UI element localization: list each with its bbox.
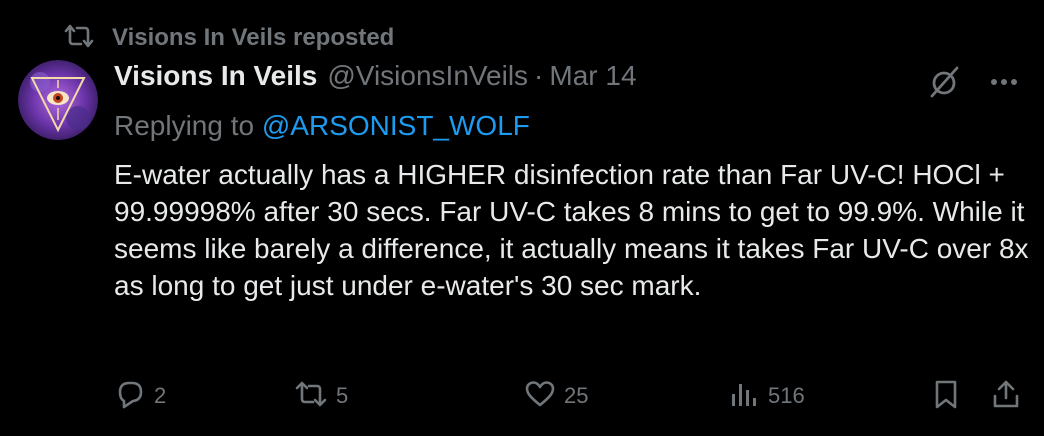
share-icon: [990, 378, 1022, 415]
tweet-content: Visions In Veils @VisionsInVeils · Mar 1…: [114, 60, 1030, 304]
bookmark-icon: [930, 378, 962, 415]
share-button[interactable]: [990, 374, 1022, 418]
repost-indicator[interactable]: Visions In Veils reposted: [62, 22, 394, 54]
views-count: 516: [768, 383, 805, 408]
views-icon: [728, 378, 760, 415]
grok-icon[interactable]: [924, 62, 964, 102]
header-actions: [924, 62, 1024, 102]
replying-to: Replying to @ARSONIST_WOLF: [114, 110, 1030, 146]
heart-icon: [524, 378, 556, 415]
avatar[interactable]: [18, 60, 98, 140]
bookmark-button[interactable]: [930, 374, 962, 418]
repost-label: Visions In Veils reposted: [112, 24, 395, 51]
reply-handle-link[interactable]: @ARSONIST_WOLF: [262, 110, 530, 141]
repost-count: 5: [336, 383, 349, 408]
like-button[interactable]: 25: [524, 374, 588, 418]
separator-dot: ·: [534, 60, 544, 91]
tweet-date[interactable]: Mar 14: [549, 60, 636, 92]
author-display-name[interactable]: Visions In Veils: [114, 60, 317, 92]
reply-icon: [114, 378, 146, 415]
tweet-text: E-water actually has a HIGHER disinfecti…: [114, 159, 1029, 301]
like-count: 25: [564, 383, 589, 408]
repost-action-icon: [294, 378, 328, 415]
tweet-header: Visions In Veils @VisionsInVeils · Mar 1…: [114, 60, 1030, 100]
reply-button[interactable]: 2: [114, 374, 166, 418]
repost-icon: [62, 23, 96, 54]
author-handle[interactable]: @VisionsInVeils: [327, 60, 528, 92]
reply-count: 2: [154, 383, 167, 408]
views-button[interactable]: 516: [728, 374, 805, 418]
more-options-icon[interactable]: [984, 62, 1024, 102]
repost-button[interactable]: 5: [294, 374, 348, 418]
replying-to-label: Replying to: [114, 110, 262, 141]
action-bar: 2 5 25 516: [114, 374, 1028, 418]
